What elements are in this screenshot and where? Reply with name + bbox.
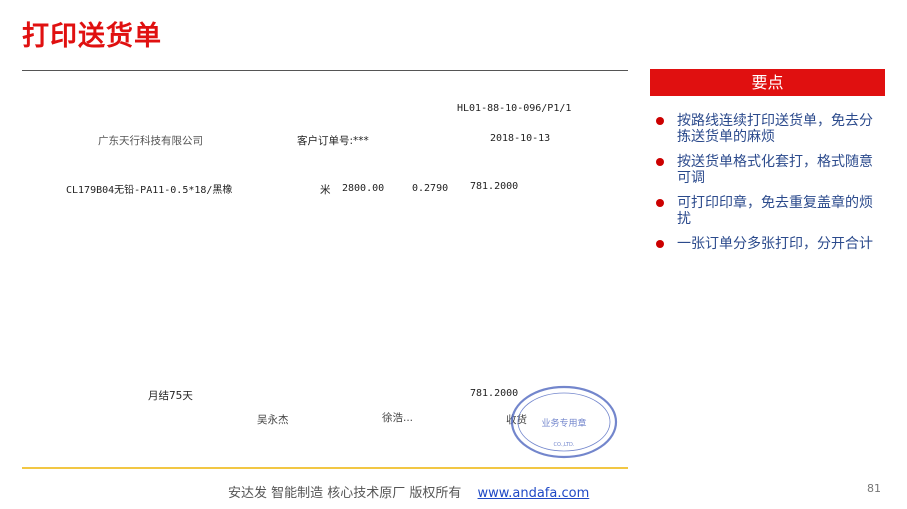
payment-terms: 月结75天 xyxy=(148,390,193,402)
list-item: 按送货单格式化套打，格式随意可调 xyxy=(656,154,881,186)
svg-text:业务专用章: 业务专用章 xyxy=(541,417,586,429)
footer: 安达发 智能制造 核心技术原厂 版权所有 www.andafa.com xyxy=(228,482,589,501)
item-price: 0.2790 xyxy=(412,183,449,194)
bullet-dot-icon xyxy=(656,117,664,125)
item-unit: 米 xyxy=(320,184,331,196)
website-link[interactable]: www.andafa.com xyxy=(478,486,590,501)
list-item: 按路线连续打印送货单，免去分拣送货单的麻烦 xyxy=(656,113,881,145)
key-points-header: 要点 xyxy=(650,69,885,96)
title-divider xyxy=(22,70,628,71)
bullet-dot-icon xyxy=(656,158,664,166)
item-quantity: 2800.00 xyxy=(342,183,385,194)
footer-divider xyxy=(22,467,628,469)
bullet-text: 按送货单格式化套打，格式随意可调 xyxy=(677,154,873,186)
company-name: 广东天行科技有限公司 xyxy=(98,135,203,147)
bullet-text: 按路线连续打印送货单，免去分拣送货单的麻烦 xyxy=(677,113,873,145)
bullet-dot-icon xyxy=(656,240,664,248)
delivery-date: 2018-10-13 xyxy=(490,133,551,144)
footer-copyright: 安达发 智能制造 核心技术原厂 版权所有 xyxy=(228,486,462,501)
list-item: 可打印印章，免去重复盖章的烦扰 xyxy=(656,195,881,227)
customer-order-number: 客户订单号:*** xyxy=(297,135,369,147)
signature-preparer: 吴永杰 xyxy=(257,414,289,426)
bullet-dot-icon xyxy=(656,199,664,207)
item-description: CL179B04无铅-PA11-0.5*18/黑橡 xyxy=(66,185,233,196)
bullet-text: 可打印印章，免去重复盖章的烦扰 xyxy=(677,195,873,227)
signature-deliverer: 徐浩... xyxy=(382,412,414,424)
svg-text:CO.,LTD.: CO.,LTD. xyxy=(554,442,575,448)
key-points-list: 按路线连续打印送货单，免去分拣送货单的麻烦 按送货单格式化套打，格式随意可调 可… xyxy=(656,113,881,261)
item-amount: 781.2000 xyxy=(470,181,519,192)
bullet-text: 一张订单分多张打印，分开合计 xyxy=(677,236,873,252)
company-seal-stamp: 业务专用章 CO.,LTD. xyxy=(510,385,618,459)
delivery-note-preview: HL01-88-10-096/P1/1 广东天行科技有限公司 客户订单号:***… xyxy=(22,74,628,466)
list-item: 一张订单分多张打印，分开合计 xyxy=(656,236,881,252)
form-code: HL01-88-10-096/P1/1 xyxy=(457,103,572,114)
slide-title: 打印送货单 xyxy=(22,21,162,52)
page-number: 81 xyxy=(867,482,881,495)
